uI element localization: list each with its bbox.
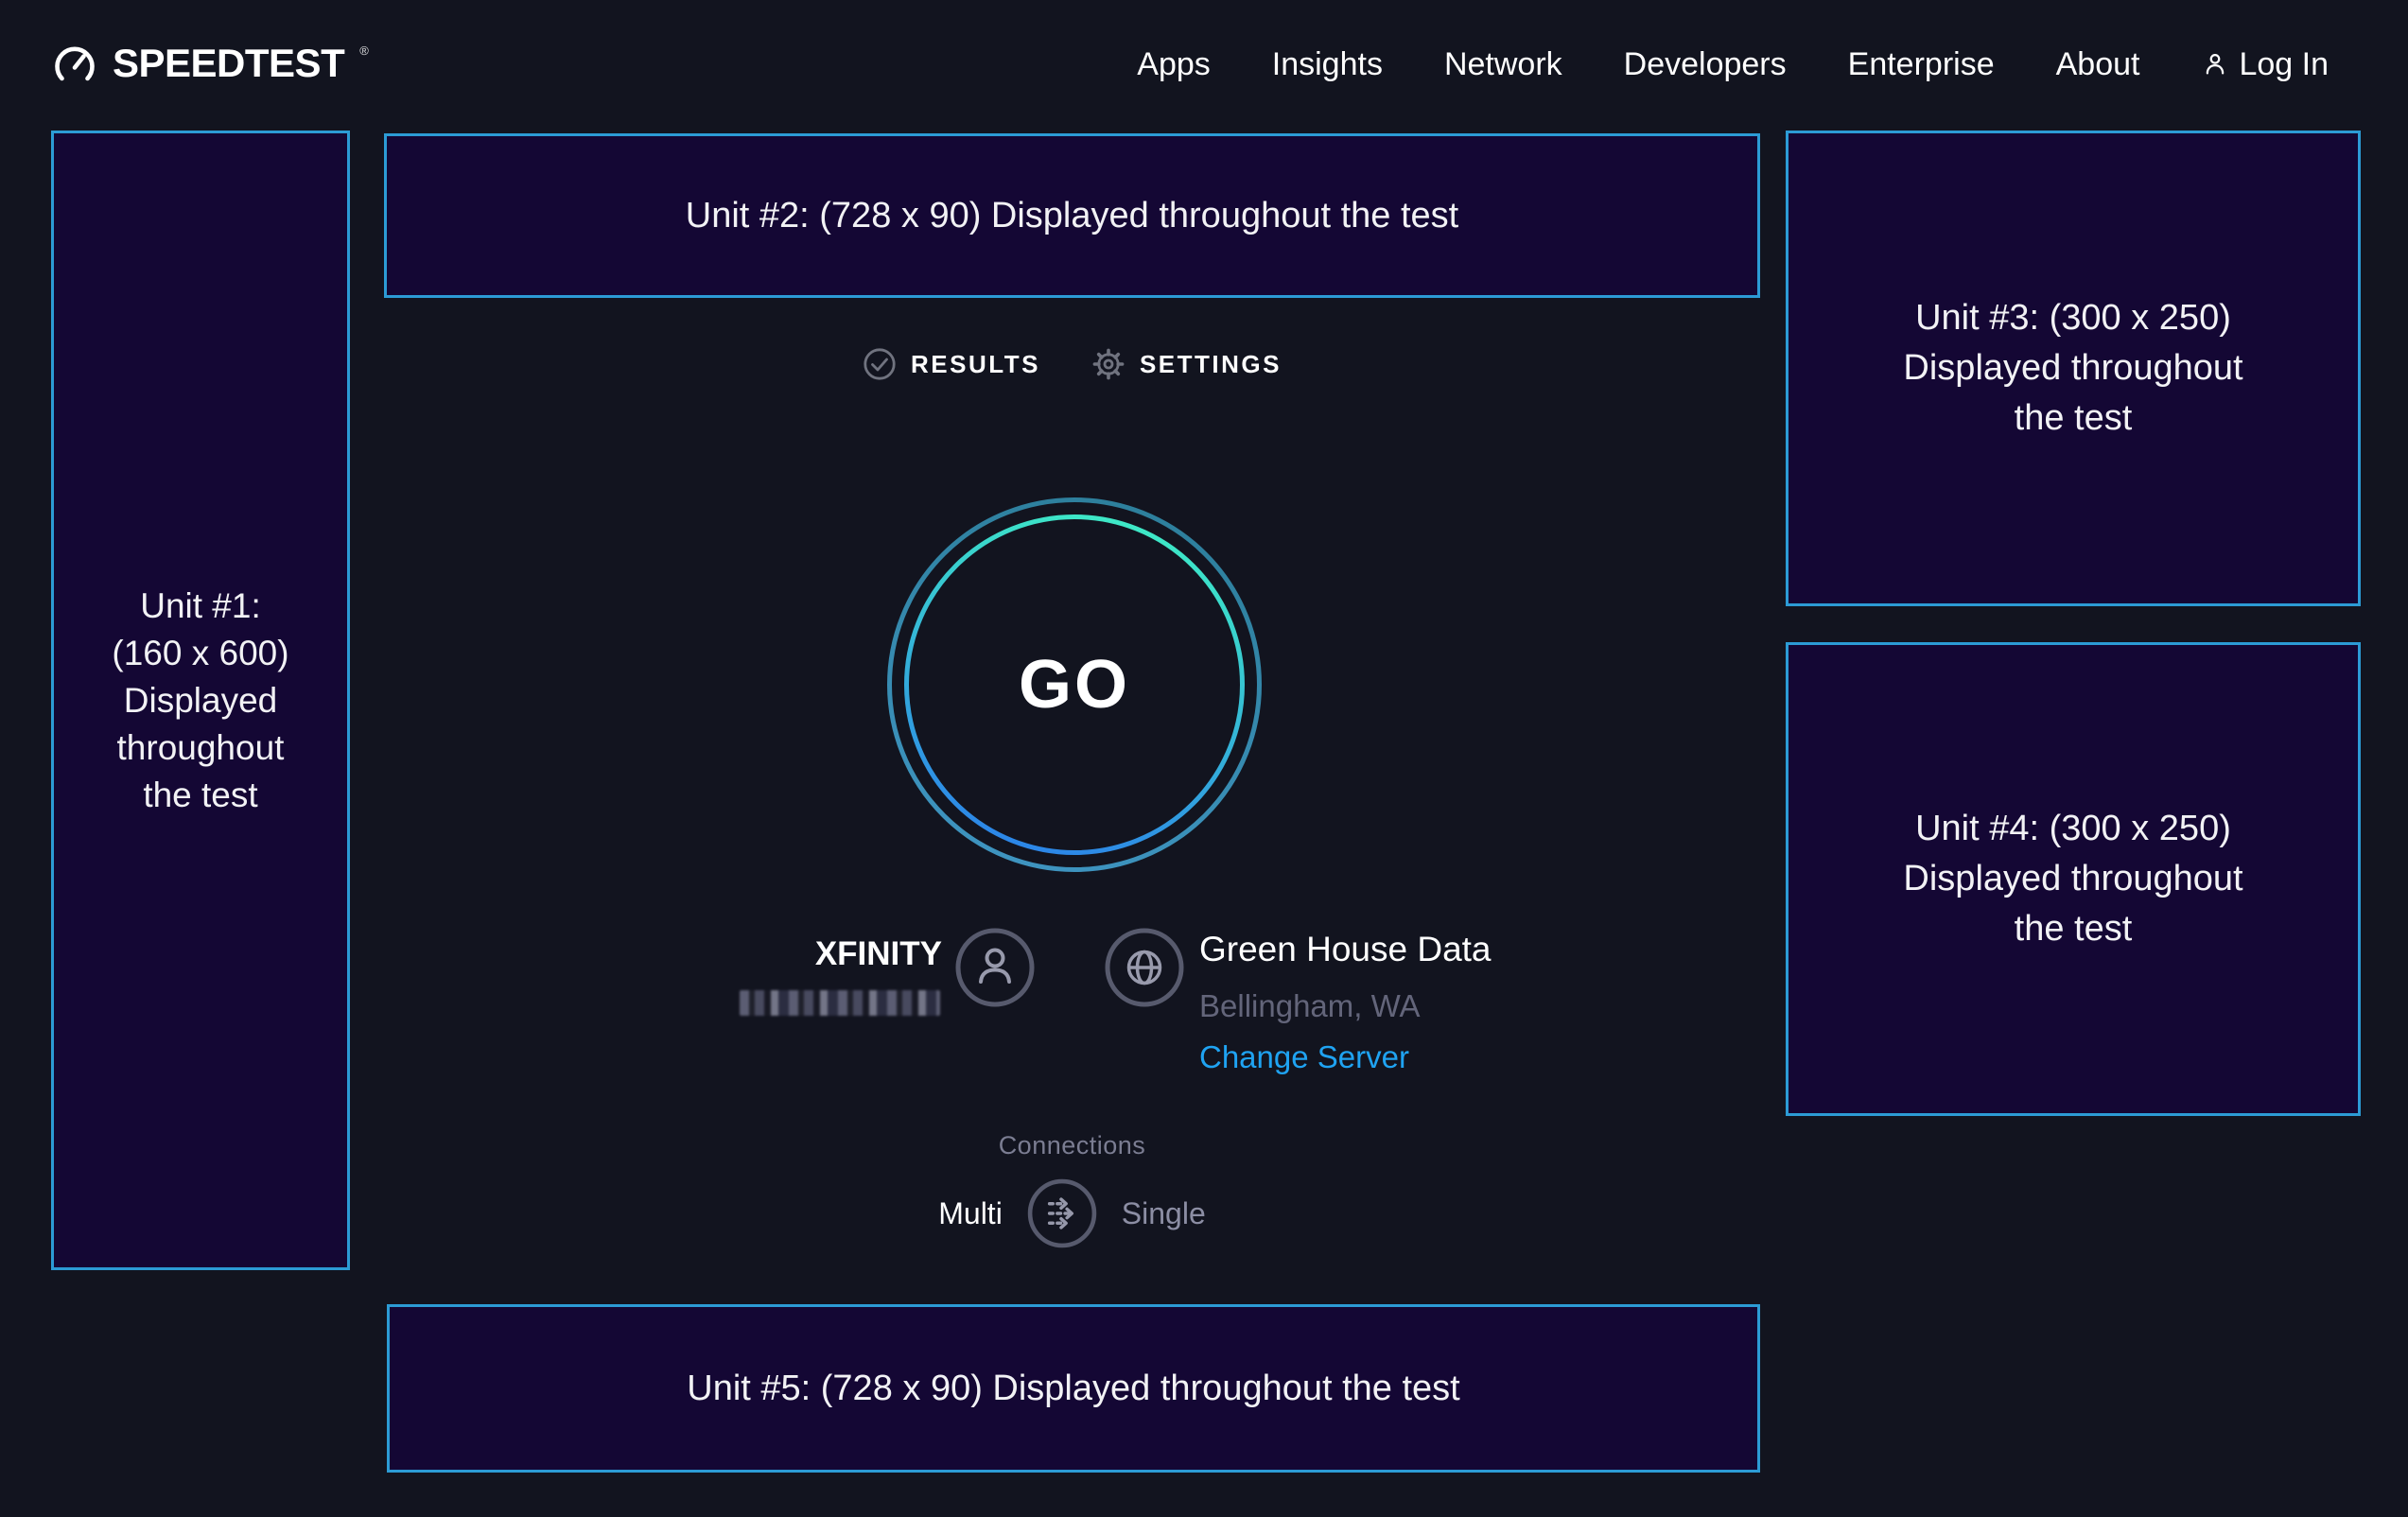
ad-line: the test bbox=[1903, 393, 2242, 444]
connection-mode-toggle[interactable] bbox=[1027, 1178, 1097, 1248]
connections-label: Connections bbox=[384, 1131, 1760, 1160]
tab-results[interactable]: RESULTS bbox=[863, 347, 1040, 381]
ad-line: the test bbox=[1903, 904, 2242, 954]
isp-name: XFINITY bbox=[815, 935, 942, 973]
ad-unit-4-text: Unit #4: (300 x 250) Displayed throughou… bbox=[1903, 804, 2242, 954]
logo-trademark: ® bbox=[359, 44, 369, 58]
go-label: GO bbox=[885, 496, 1264, 874]
change-server-link[interactable]: Change Server bbox=[1199, 1039, 1409, 1075]
tab-settings[interactable]: SETTINGS bbox=[1091, 347, 1282, 381]
ad-unit-2-text: Unit #2: (728 x 90) Displayed throughout… bbox=[686, 191, 1458, 241]
nav-item-apps[interactable]: Apps bbox=[1137, 46, 1211, 83]
isp-detail-redacted bbox=[740, 990, 940, 1016]
ad-line: Displayed bbox=[112, 677, 288, 724]
ad-line: Unit #1: bbox=[112, 583, 288, 630]
ad-line: Unit #4: (300 x 250) bbox=[1903, 804, 2242, 854]
server-location: Bellingham, WA bbox=[1199, 988, 1421, 1024]
server-name: Green House Data bbox=[1199, 930, 1492, 969]
multi-arrows-icon bbox=[1049, 1199, 1072, 1228]
gauge-icon bbox=[52, 42, 97, 87]
check-circle-icon bbox=[863, 347, 897, 381]
nav-item-developers[interactable]: Developers bbox=[1624, 46, 1787, 83]
ad-line: Displayed throughout bbox=[1903, 854, 2242, 904]
user-icon bbox=[2201, 50, 2229, 78]
server-globe-icon bbox=[1105, 928, 1184, 1007]
nav-item-insights[interactable]: Insights bbox=[1272, 46, 1383, 83]
ad-unit-1-text: Unit #1: (160 x 600) Displayed throughou… bbox=[112, 583, 288, 819]
gear-icon bbox=[1091, 347, 1125, 381]
main-nav: Apps Insights Network Developers Enterpr… bbox=[1137, 46, 2329, 83]
login-label: Log In bbox=[2239, 46, 2329, 83]
ad-line: Unit #3: (300 x 250) bbox=[1903, 293, 2242, 343]
nav-item-network[interactable]: Network bbox=[1444, 46, 1562, 83]
ad-line: throughout bbox=[112, 724, 288, 772]
logo-text: SPEEDTEST bbox=[113, 42, 344, 85]
speedtest-logo[interactable]: SPEEDTEST ® bbox=[52, 42, 369, 87]
ad-unit-1: Unit #1: (160 x 600) Displayed throughou… bbox=[51, 131, 350, 1270]
host-info: XFINITY Green House Data Bellingham, WA … bbox=[384, 922, 1760, 1097]
ad-unit-4: Unit #4: (300 x 250) Displayed throughou… bbox=[1786, 642, 2361, 1116]
ad-unit-2: Unit #2: (728 x 90) Displayed throughout… bbox=[384, 133, 1760, 298]
ad-unit-5: Unit #5: (728 x 90) Displayed throughout… bbox=[387, 1304, 1760, 1473]
tab-settings-label: SETTINGS bbox=[1140, 350, 1282, 379]
ad-line: Displayed throughout bbox=[1903, 343, 2242, 393]
nav-item-about[interactable]: About bbox=[2056, 46, 2140, 83]
view-tabs: RESULTS SETTINGS bbox=[384, 336, 1760, 392]
ad-unit-5-text: Unit #5: (728 x 90) Displayed throughout… bbox=[687, 1364, 1459, 1414]
connection-single-label[interactable]: Single bbox=[1122, 1196, 1206, 1231]
connections-row: Multi Single bbox=[384, 1177, 1760, 1249]
header: SPEEDTEST ® Apps Insights Network Develo… bbox=[0, 0, 2408, 129]
ad-unit-3-text: Unit #3: (300 x 250) Displayed throughou… bbox=[1903, 293, 2242, 444]
login-button[interactable]: Log In bbox=[2201, 46, 2329, 83]
ad-line: (160 x 600) bbox=[112, 630, 288, 677]
ad-unit-3: Unit #3: (300 x 250) Displayed throughou… bbox=[1786, 131, 2361, 606]
nav-item-enterprise[interactable]: Enterprise bbox=[1848, 46, 1995, 83]
tab-results-label: RESULTS bbox=[911, 350, 1040, 379]
isp-user-icon bbox=[955, 928, 1035, 1007]
connection-multi-label[interactable]: Multi bbox=[938, 1196, 1003, 1231]
ad-line: the test bbox=[112, 772, 288, 819]
go-button[interactable]: GO bbox=[885, 496, 1264, 874]
